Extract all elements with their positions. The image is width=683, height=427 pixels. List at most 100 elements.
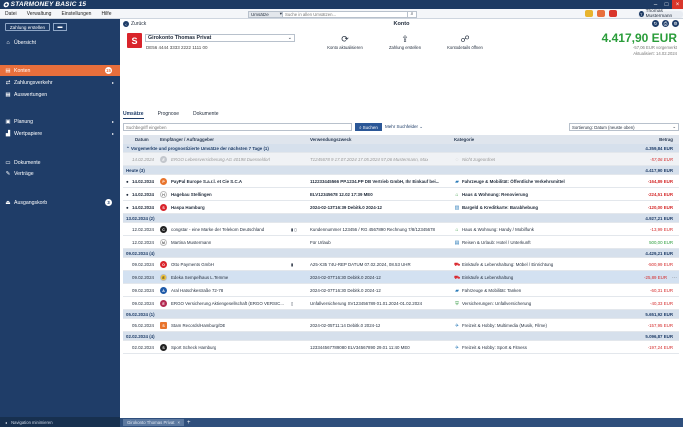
sidebar-item-konten[interactable]: ▤ Konten 15	[0, 65, 120, 76]
table-row[interactable]: 12.02.2024 Ccongstar - eine Marke der Tel…	[123, 223, 679, 236]
print-icon[interactable]: ⎙	[662, 20, 669, 27]
sidebar-item-vertraege[interactable]: ✎ Verträge	[0, 168, 120, 179]
column-date[interactable]: Datum	[135, 137, 149, 142]
notifications-icon[interactable]	[585, 10, 593, 17]
group-label: 13.02.2024 (2)	[126, 216, 155, 221]
table-group-row[interactable]: ⌃ Vorgemerkte und prognostizierte Umsätz…	[123, 144, 679, 153]
sidebar-item-uebersicht[interactable]: ⌂ Übersicht	[0, 37, 120, 48]
minimize-button[interactable]: –	[650, 0, 661, 9]
search-icon[interactable]: ⌕	[408, 10, 417, 18]
sidebar-item-ausgangskorb[interactable]: ⏏ Ausgangskorb 3	[0, 197, 120, 208]
column-purpose[interactable]: Verwendungszweck	[310, 137, 351, 142]
table-row[interactable]: 12.02.2024 M Martina Mustermann Für Urlaub ▤…	[123, 236, 679, 249]
chevron-left-icon: ◂	[5, 419, 8, 425]
group-balance: 4.429,21 EUR	[645, 251, 673, 256]
table-row[interactable]: ● 14.02.2024 S Haspa Hamburg 2024-02-13T16:3…	[123, 201, 679, 214]
sidebar-item-label: Konten	[14, 67, 31, 74]
column-category[interactable]: Kategorie	[454, 137, 474, 142]
table-row[interactable]: 05.02.2024 S Stam Records/Hamburg/DE 2024-0…	[123, 319, 679, 332]
row-date: 14.02.2024	[132, 179, 154, 184]
transaction-search-input[interactable]	[123, 123, 352, 131]
more-search-fields-link[interactable]: Mehr Suchfelder ⌄	[385, 123, 423, 131]
table-row[interactable]: 14.02.2024 E ERGO Lebensversicherung AG 40…	[123, 153, 679, 166]
row-more-options-icon[interactable]: ⋯	[672, 275, 677, 281]
sidebar-item-auswertungen[interactable]: ▦ Auswertungen	[0, 89, 120, 100]
zahlung-erstellen-button[interactable]: Zahlung erstellen	[5, 23, 50, 31]
table-row[interactable]: 09.02.2024 E Edeka Sempelhaus L.Temme 2024-…	[123, 271, 679, 284]
row-purpose: A25-X35 74U-REP DATUM 07.02.2024, 08.53 …	[310, 262, 411, 267]
group-balance: 4.927,21 EUR	[645, 216, 673, 221]
column-payee[interactable]: Empfänger / Auftraggeber	[160, 137, 214, 142]
chevron-down-icon: ⌄	[287, 35, 292, 41]
global-search: Umsätze ▾ ⌕	[248, 10, 417, 18]
menu-verwaltung[interactable]: Verwaltung	[22, 11, 57, 17]
payee-logo-icon: P	[160, 178, 167, 185]
table-group-row[interactable]: 02.02.2024 (4) 5.096,87 EUR	[123, 332, 679, 341]
sidebar-item-wertpapiere[interactable]: ▟ Wertpapiere ▸	[0, 128, 120, 139]
sidebar-item-planung[interactable]: ▣ Planung ▸	[0, 116, 120, 127]
table-group-row[interactable]: Heute (3) 4.417,90 EUR	[123, 166, 679, 175]
column-amount[interactable]: Betrag	[659, 137, 673, 142]
table-row[interactable]: 09.02.2024 E ERGO Versicherung Aktiengesel…	[123, 297, 679, 310]
home-icon: ⌂	[6, 39, 10, 46]
row-date: 12.02.2024	[132, 227, 154, 232]
sort-select[interactable]: Sortierung: Datum (neuste oben) ⌄	[569, 123, 679, 131]
table-row[interactable]: 09.02.2024 O Otto Payments GmbH ▮ A25-X35 74…	[123, 258, 679, 271]
user-menu[interactable]: T Thomas Mustermann	[638, 9, 683, 19]
table-row[interactable]: ● 14.02.2024 P PayPal Europe S.a.r.l. et Ci…	[123, 175, 679, 188]
zahlung-erstellen-action[interactable]: ⇪ Zahlung erstellen	[375, 34, 435, 50]
row-category: Reisen & Urlaub: Hotel / Unterkunft	[462, 240, 531, 245]
sidebar-item-zahlungsverkehr[interactable]: ⇄ Zahlungsverkehr ▸	[0, 77, 120, 88]
table-row[interactable]: 02.02.2024 S Sport Scheck Hamburg 123344567…	[123, 341, 679, 354]
menu-einstellungen[interactable]: Einstellungen	[56, 11, 96, 17]
navigation-collapse-button[interactable]: ◂ Navigation minimieren	[0, 417, 120, 427]
tab-prognose[interactable]: Prognose	[158, 111, 179, 119]
row-payee: ERGO Lebensversicherung AG 40198 Duessel…	[171, 157, 271, 162]
kontodetails-button[interactable]: ☍ Kontodetails öffnen	[435, 34, 495, 50]
row-date: 09.02.2024	[132, 301, 154, 306]
sidebar-item-dokumente[interactable]: ▭ Dokumente	[0, 157, 120, 168]
messages-icon[interactable]	[609, 10, 617, 17]
close-tab-icon[interactable]: ×	[177, 420, 180, 425]
refresh-icon[interactable]: ↻	[652, 20, 659, 27]
open-tab[interactable]: Girokonto Thomas Privat ×	[123, 419, 184, 426]
table-row[interactable]: 09.02.2024 A Aral Hatschkestraße 72-78 2024…	[123, 284, 679, 297]
global-search-input[interactable]	[283, 10, 408, 18]
maximize-button[interactable]: □	[661, 0, 672, 9]
row-amount: -500,99 EUR	[647, 262, 673, 267]
payee-logo-icon: S	[160, 344, 167, 351]
close-button[interactable]: ×	[672, 0, 683, 9]
table-group-row[interactable]: 13.02.2024 (2) 4.927,21 EUR	[123, 214, 679, 223]
back-button[interactable]: ‹ Zurück	[123, 21, 146, 27]
sidebar-item-label: Auswertungen	[14, 91, 48, 98]
row-purpose: 2024-02-07T16:30 Debitk.0 2024-12	[310, 275, 381, 280]
table-row[interactable]: ● 14.02.2024 H Hagebau Stellingen ELV1234567…	[123, 188, 679, 201]
tips-icon[interactable]	[597, 10, 605, 17]
row-amount: -13,99 EUR	[650, 227, 673, 232]
table-group-row[interactable]: 09.02.2024 (4) 4.429,21 EUR	[123, 249, 679, 258]
table-group-row[interactable]: 05.02.2024 (1) 5.651,92 EUR	[123, 310, 679, 319]
search-button[interactable]: ⌕ Suchen	[355, 123, 382, 131]
menu-hilfe[interactable]: Hilfe	[96, 11, 116, 17]
konto-aktualisieren-button[interactable]: ⟳ Konto aktualisieren	[315, 34, 375, 50]
category-icon: ⛟	[454, 274, 461, 281]
unread-dot-icon: ●	[126, 192, 129, 197]
filter-bar: ⌕ Suchen Mehr Suchfelder ⌄ Sortierung: D…	[123, 123, 679, 131]
account-select[interactable]: Girokonto Thomas Privat ⌄	[145, 34, 295, 42]
menu-bar: Datei Verwaltung Einstellungen Hilfe Ums…	[0, 9, 683, 19]
row-purpose: 123344567789080 ELV34567890 29.01 11:40 …	[310, 345, 410, 350]
category-icon: ✈	[454, 322, 460, 329]
settings-icon[interactable]: ⚙	[672, 20, 679, 27]
add-tab-button[interactable]: +	[187, 420, 191, 426]
category-icon: ▤	[454, 239, 460, 246]
row-amount: -197,24 EUR	[647, 345, 673, 350]
row-purpose: 112233445566 PP.1234.PP DB Vertrieb GmbH…	[310, 179, 440, 184]
tab-dokumente[interactable]: Dokumente	[193, 111, 219, 119]
row-category: Bargeld & Kreditkarte: Barabhebung	[462, 205, 539, 210]
card-icon[interactable]: ▬	[53, 23, 67, 31]
menu-datei[interactable]: Datei	[0, 11, 22, 17]
search-scope-select[interactable]: Umsätze ▾	[248, 10, 283, 18]
sidebar-item-label: Wertpapiere	[14, 130, 43, 137]
tab-umsaetze[interactable]: Umsätze	[123, 111, 144, 119]
group-balance: 5.096,87 EUR	[645, 334, 673, 339]
